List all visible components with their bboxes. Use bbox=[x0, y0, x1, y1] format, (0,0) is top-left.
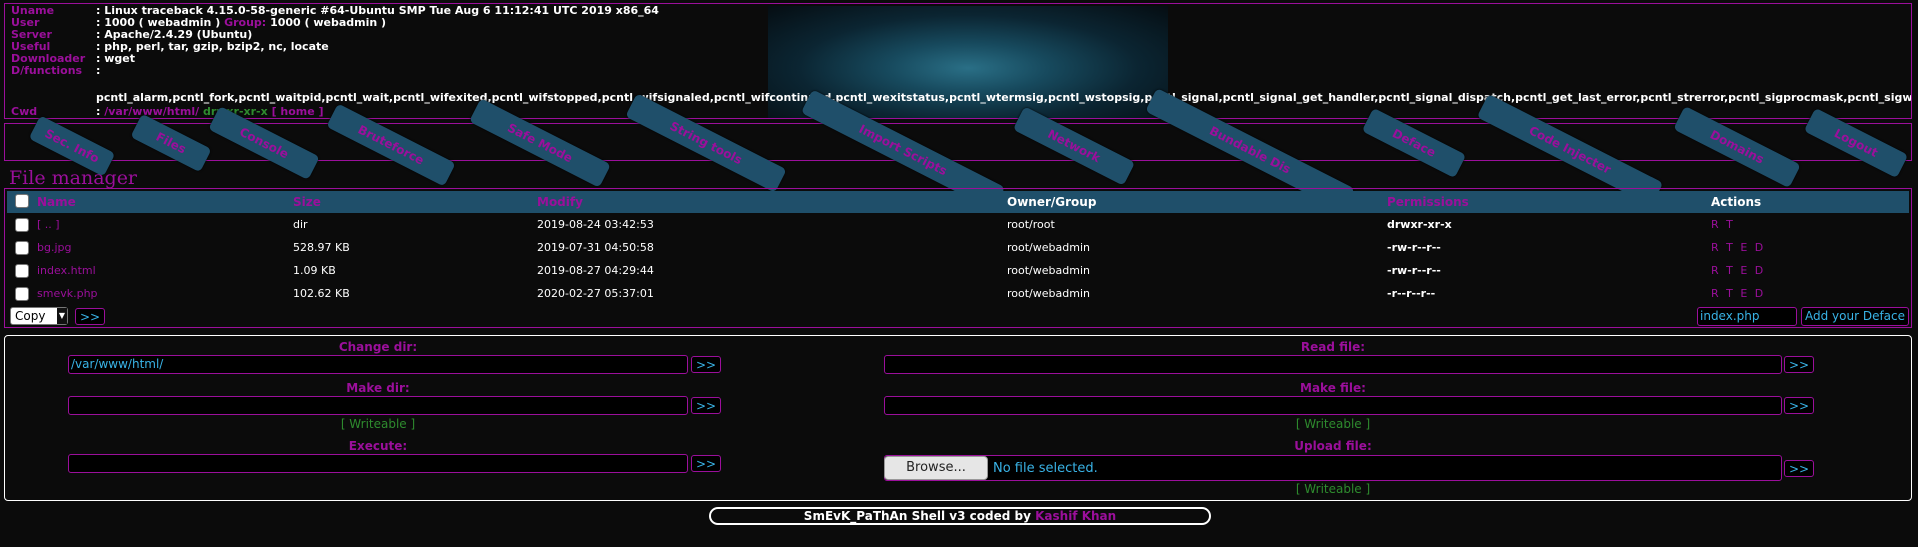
row-checkbox[interactable] bbox=[15, 241, 29, 255]
make-file-label: Make file: bbox=[1300, 381, 1366, 395]
no-file-text: No file selected. bbox=[993, 461, 1098, 476]
file-size: 1.09 KB bbox=[293, 264, 336, 277]
file-owner: root/webadmin bbox=[1007, 264, 1090, 277]
row-checkbox[interactable] bbox=[15, 218, 29, 232]
make-dir-go-button[interactable]: >> bbox=[691, 397, 721, 414]
table-header: Name Size Modify Owner/Group Permissions… bbox=[7, 191, 1909, 213]
col-owner: Owner/Group bbox=[1007, 195, 1097, 209]
file-size: dir bbox=[293, 218, 308, 231]
table-row: smevk.php 102.62 KB 2020-02-27 05:37:01 … bbox=[7, 283, 1909, 305]
execute-label: Execute: bbox=[348, 439, 408, 453]
cwd-path-link[interactable]: /var/www/html/ bbox=[104, 105, 199, 118]
file-actions[interactable]: R T E D bbox=[1711, 287, 1765, 300]
info-value: wget bbox=[104, 52, 135, 65]
bulk-action-select[interactable]: Copy ▼ bbox=[10, 307, 68, 325]
col-permissions[interactable]: Permissions bbox=[1387, 195, 1469, 209]
deface-filename-input[interactable]: index.php bbox=[1697, 307, 1797, 326]
file-modified: 2019-08-27 04:29:44 bbox=[537, 264, 654, 277]
file-manager-table: Name Size Modify Owner/Group Permissions… bbox=[4, 188, 1912, 328]
execute-go-button[interactable]: >> bbox=[691, 455, 721, 472]
read-file-input[interactable] bbox=[884, 355, 1782, 374]
file-actions[interactable]: R T bbox=[1711, 218, 1735, 231]
file-name-link[interactable]: index.html bbox=[37, 264, 96, 277]
file-actions[interactable]: R T E D bbox=[1711, 241, 1765, 254]
col-size[interactable]: Size bbox=[293, 195, 321, 209]
chevron-down-icon: ▼ bbox=[57, 308, 67, 324]
table-row: index.html 1.09 KB 2019-08-27 04:29:44 r… bbox=[7, 260, 1909, 282]
make-file-go-button[interactable]: >> bbox=[1784, 397, 1814, 414]
browse-button[interactable]: Browse... bbox=[884, 456, 988, 480]
make-dir-label: Make dir: bbox=[346, 381, 410, 395]
execute-input[interactable] bbox=[68, 454, 688, 473]
change-dir-label: Change dir: bbox=[338, 340, 418, 354]
file-owner: root/webadmin bbox=[1007, 241, 1090, 254]
file-modified: 2019-08-24 03:42:53 bbox=[537, 218, 654, 231]
bulk-action-value: Copy bbox=[15, 309, 46, 323]
upload-go-button[interactable]: >> bbox=[1784, 460, 1814, 477]
col-name[interactable]: Name bbox=[37, 195, 76, 209]
file-permissions[interactable]: -r--r--r-- bbox=[1387, 287, 1435, 300]
file-size: 102.62 KB bbox=[293, 287, 350, 300]
table-row: [ .. ] dir 2019-08-24 03:42:53 root/root… bbox=[7, 214, 1909, 236]
make-dir-input[interactable] bbox=[68, 396, 688, 415]
footer-credit: SmEvK_PaThAn Shell v3 coded by Kashif Kh… bbox=[709, 507, 1211, 525]
upload-file-label: Upload file: bbox=[1294, 439, 1372, 453]
file-manager-title: File manager bbox=[9, 167, 138, 189]
col-modify[interactable]: Modify bbox=[537, 195, 583, 209]
read-file-label: Read file: bbox=[1300, 340, 1366, 354]
bulk-action-go-button[interactable]: >> bbox=[75, 308, 105, 325]
col-actions: Actions bbox=[1711, 195, 1762, 209]
file-size: 528.97 KB bbox=[293, 241, 350, 254]
change-dir-input[interactable]: /var/www/html/ bbox=[68, 355, 688, 374]
disabled-functions-list: pcntl_alarm,pcntl_fork,pcntl_waitpid,pcn… bbox=[96, 91, 1912, 104]
home-link[interactable]: [ home ] bbox=[272, 105, 324, 118]
file-permissions[interactable]: -rw-r--r-- bbox=[1387, 241, 1441, 254]
file-owner: root/root bbox=[1007, 218, 1055, 231]
add-deface-button[interactable]: Add your Deface bbox=[1801, 307, 1909, 326]
info-value: : bbox=[96, 64, 101, 77]
file-name-link[interactable]: smevk.php bbox=[37, 287, 98, 300]
row-checkbox[interactable] bbox=[15, 264, 29, 278]
file-name-link[interactable]: bg.jpg bbox=[37, 241, 71, 254]
info-label: Cwd bbox=[11, 105, 38, 118]
info-label: D/functions bbox=[11, 64, 83, 77]
row-checkbox[interactable] bbox=[15, 287, 29, 301]
make-file-input[interactable] bbox=[884, 396, 1782, 415]
file-actions[interactable]: R T E D bbox=[1711, 264, 1765, 277]
author-link[interactable]: Kashif Khan bbox=[1035, 509, 1116, 523]
table-row: bg.jpg 528.97 KB 2019-07-31 04:50:58 roo… bbox=[7, 237, 1909, 259]
footer-text: SmEvK_PaThAn Shell v3 coded by bbox=[803, 509, 1031, 523]
info-value: php, perl, tar, gzip, bzip2, nc, locate bbox=[104, 40, 329, 53]
file-permissions[interactable]: drwxr-xr-x bbox=[1387, 218, 1452, 231]
file-name-link[interactable]: [ .. ] bbox=[37, 218, 60, 231]
make-file-status: [ Writeable ] bbox=[1295, 417, 1371, 431]
read-file-go-button[interactable]: >> bbox=[1784, 356, 1814, 373]
server-info-panel: Uname : Linux traceback 4.15.0-58-generi… bbox=[4, 3, 1912, 119]
file-modified: 2019-07-31 04:50:58 bbox=[537, 241, 654, 254]
select-all-checkbox[interactable] bbox=[15, 194, 29, 208]
change-dir-go-button[interactable]: >> bbox=[691, 356, 721, 373]
upload-status: [ Writeable ] bbox=[1295, 482, 1371, 496]
file-permissions[interactable]: -rw-r--r-- bbox=[1387, 264, 1441, 277]
file-owner: root/webadmin bbox=[1007, 287, 1090, 300]
info-value: 1000 ( webadmin ) bbox=[270, 16, 387, 29]
file-modified: 2020-02-27 05:37:01 bbox=[537, 287, 654, 300]
make-dir-status: [ Writeable ] bbox=[340, 417, 416, 431]
